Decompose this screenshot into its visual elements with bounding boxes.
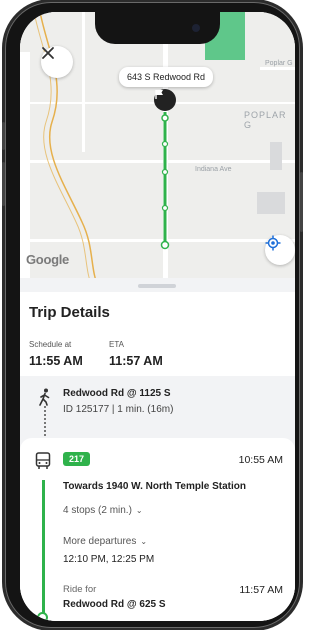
screen: POPLAR G Indiana Ave Poplar G Google 643… xyxy=(20,12,295,621)
google-attribution: Google xyxy=(26,252,69,267)
camera xyxy=(192,24,200,32)
stops-toggle[interactable]: 4 stops (2 min.) ⌄ xyxy=(63,505,143,516)
stops-count: 4 stops (2 min.) xyxy=(63,505,132,516)
notch xyxy=(95,12,220,44)
walk-path-dots xyxy=(44,406,46,440)
eta-label: ETA xyxy=(109,340,124,349)
map[interactable]: POPLAR G Indiana Ave Poplar G Google 643… xyxy=(20,12,295,287)
volume-button xyxy=(2,162,5,206)
trip-sheet: Trip Details Schedule at 11:55 AM ETA 11… xyxy=(20,278,295,621)
map-label-top-right: Poplar G xyxy=(265,60,293,67)
my-location-button[interactable] xyxy=(265,235,295,265)
sheet-drag-handle[interactable] xyxy=(138,284,176,288)
eta-time: 11:57 AM xyxy=(109,354,163,368)
route-line xyxy=(42,480,45,621)
trip-details-card: Trip Details Schedule at 11:55 AM ETA 11… xyxy=(20,292,295,376)
map-label-area: POPLAR G xyxy=(244,110,287,130)
arrival-time: 11:57 AM xyxy=(239,584,283,596)
route-number-badge: 217 xyxy=(63,452,91,466)
more-departures-label: More departures xyxy=(63,536,137,547)
ride-for-label: Ride for xyxy=(63,584,97,595)
walk-stop-name: Redwood Rd @ 1125 S xyxy=(63,388,171,399)
schedule-time: 11:55 AM xyxy=(29,354,83,368)
schedule-label: Schedule at xyxy=(29,340,72,349)
phone-frame: POPLAR G Indiana Ave Poplar G Google 643… xyxy=(2,2,303,628)
chevron-down-icon: ⌄ xyxy=(140,537,148,546)
close-button[interactable] xyxy=(41,46,73,78)
route-end-dot xyxy=(37,612,48,621)
route-direction: Towards 1940 W. North Temple Station xyxy=(63,481,246,492)
map-label-street: Indiana Ave xyxy=(195,166,232,173)
volume-button xyxy=(2,122,5,150)
power-button xyxy=(300,172,303,232)
bus-leg-card: 217 10:55 AM Towards 1940 W. North Templ… xyxy=(20,438,295,621)
destination-label: 643 S Redwood Rd xyxy=(119,67,214,87)
chevron-down-icon: ⌄ xyxy=(135,506,143,515)
bus-icon xyxy=(35,452,51,475)
walk-leg: Redwood Rd @ 1125 S ID 125177 | 1 min. (… xyxy=(20,388,295,440)
ride-destination-stop: Redwood Rd @ 625 S xyxy=(63,599,166,610)
walk-stop-info: ID 125177 | 1 min. (16m) xyxy=(63,404,174,415)
more-departures-toggle[interactable]: More departures ⌄ xyxy=(63,536,147,547)
trip-details-title: Trip Details xyxy=(29,304,110,321)
destination-marker[interactable] xyxy=(154,89,176,111)
departure-times: 12:10 PM, 12:25 PM xyxy=(63,554,155,565)
departure-time: 10:55 AM xyxy=(238,454,283,466)
